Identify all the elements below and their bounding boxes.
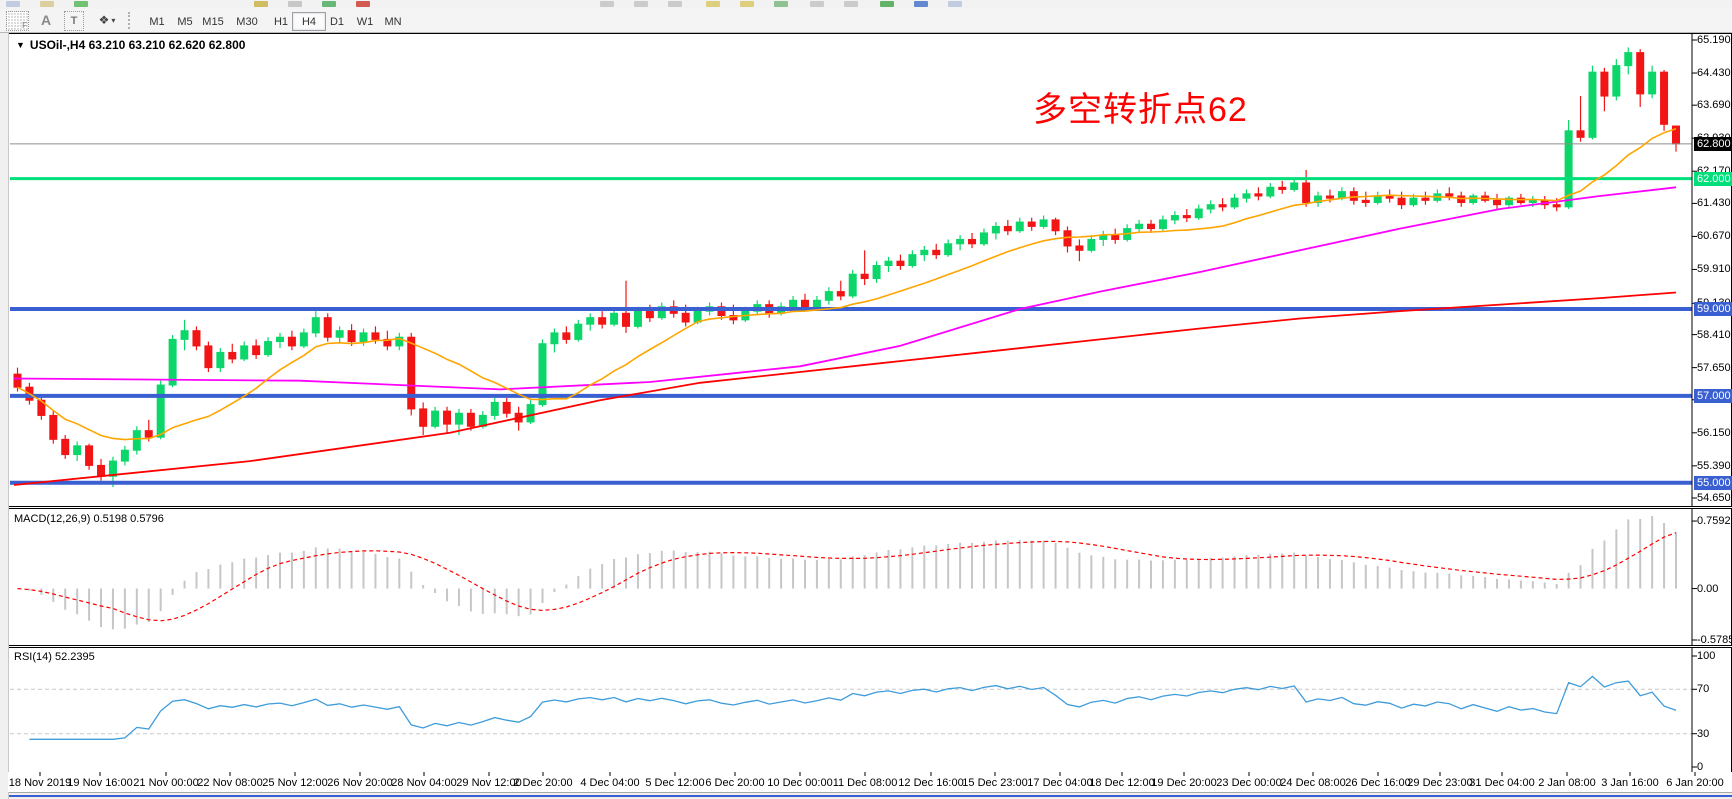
toolbar-icon-partial[interactable] xyxy=(40,1,54,7)
time-tick-label: 29 Dec 23:00 xyxy=(1407,777,1472,789)
rsi-indicator-label: RSI(14) 52.2395 xyxy=(14,651,95,663)
toolbar-icon-partial[interactable] xyxy=(810,1,824,7)
toolbar-icon-partial[interactable] xyxy=(600,1,614,7)
toolbar-icon-partial[interactable] xyxy=(634,1,648,7)
time-tick-label: 26 Dec 16:00 xyxy=(1345,777,1410,789)
toolbar-icon-partial[interactable] xyxy=(774,1,788,7)
rsi-axis[interactable]: 100 70 30 0 xyxy=(1694,648,1732,772)
time-tick-label: 25 Nov 12:00 xyxy=(262,777,327,789)
shapes-tool-icon[interactable]: ❖▾ xyxy=(92,11,122,29)
price-tick-label: 57.650 xyxy=(1697,361,1731,375)
time-tick-label: 19 Dec 20:00 xyxy=(1151,777,1216,789)
rsi-tick-label: 100 xyxy=(1697,649,1715,663)
price-tick-label: 65.190 xyxy=(1697,33,1731,47)
time-tick-label: 2 Dec 20:00 xyxy=(513,777,572,789)
time-tick-label: 23 Dec 00:00 xyxy=(1216,777,1281,789)
toolbar-icon-partial[interactable] xyxy=(322,1,336,7)
toolbar-icon-partial[interactable] xyxy=(74,1,88,7)
rsi-tick-label: 30 xyxy=(1697,727,1709,741)
hline-label-level-57[interactable]: 57.000 xyxy=(1694,389,1732,403)
rsi-tick-label: 0 xyxy=(1697,760,1703,774)
time-tick-label: 28 Nov 04:00 xyxy=(391,777,456,789)
macd-panel[interactable] xyxy=(8,508,1732,646)
time-tick-label: 17 Dec 04:00 xyxy=(1027,777,1092,789)
time-tick-label: 15 Dec 23:00 xyxy=(962,777,1027,789)
text-label-tool-icon[interactable]: A xyxy=(36,11,56,29)
shapes-glyph: ❖ xyxy=(99,13,110,27)
window-left-edge xyxy=(0,33,9,799)
toolbar-icon-partial[interactable] xyxy=(740,1,754,7)
chart-title[interactable]: ▼ USOil-,H4 63.210 63.210 62.620 62.800 xyxy=(16,38,245,52)
time-tick-label: 18 Nov 2019 xyxy=(9,777,71,789)
rsi-tick-label: 70 xyxy=(1697,682,1709,696)
timeframe-button-mn[interactable]: MN xyxy=(376,12,410,31)
hline-label-level-62[interactable]: 62.000 xyxy=(1694,172,1732,186)
time-tick-label: 26 Nov 20:00 xyxy=(327,777,392,789)
price-tick-label: 60.670 xyxy=(1697,229,1731,243)
toolbar-icon-partial[interactable] xyxy=(288,1,302,7)
bottom-blue-line xyxy=(0,795,1732,797)
time-tick-label: 11 Dec 08:00 xyxy=(833,777,898,789)
price-tick-label: 64.430 xyxy=(1697,66,1731,80)
price-tick-label: 55.390 xyxy=(1697,459,1731,473)
macd-axis[interactable]: 0.7592 0.00 -0.5785 xyxy=(1694,509,1732,645)
charts-toolbar: F A T ❖▾ M1M5M15M30H1H4D1W1MN xyxy=(0,9,1732,33)
price-axis[interactable]: 55.000 57.000 59.000 62.000 62.800 65.190 64.4… xyxy=(1694,34,1732,506)
toolbar-icon-partial[interactable] xyxy=(844,1,858,7)
time-tick-label: 18 Dec 12:00 xyxy=(1089,777,1154,789)
price-tick-label: 61.430 xyxy=(1697,196,1731,210)
macd-tick-label: 0.00 xyxy=(1697,582,1718,596)
symbol-dropdown-icon[interactable]: ▼ xyxy=(16,40,25,50)
time-tick-label: 6 Dec 20:00 xyxy=(705,777,764,789)
toolbar-icon-partial[interactable] xyxy=(914,1,928,7)
hline-label-current-price[interactable]: 62.800 xyxy=(1694,137,1732,151)
time-tick-label: 5 Dec 12:00 xyxy=(645,777,704,789)
time-tick-label: 29 Nov 12:00 xyxy=(456,777,521,789)
toolbar-grip[interactable] xyxy=(128,12,133,29)
grid-tool-icon[interactable]: F xyxy=(6,11,29,31)
price-tick-label: 59.910 xyxy=(1697,262,1731,276)
macd-tick-label: 0.7592 xyxy=(1697,514,1731,528)
price-chart-panel[interactable] xyxy=(8,33,1732,507)
symbol-ohlc-text: USOil-,H4 63.210 63.210 62.620 62.800 xyxy=(30,38,246,52)
toolbar-icon-partial[interactable] xyxy=(6,1,20,7)
time-tick-label: 24 Dec 08:00 xyxy=(1280,777,1345,789)
toolbar-icon-partial[interactable] xyxy=(254,1,268,7)
time-tick-label: 21 Nov 00:00 xyxy=(133,777,198,789)
timeframe-button-m30[interactable]: M30 xyxy=(230,12,264,31)
time-tick-label: 19 Nov 16:00 xyxy=(67,777,132,789)
time-tick-label: 12 Dec 16:00 xyxy=(898,777,963,789)
text-box-tool-icon[interactable]: T xyxy=(64,11,84,31)
hline-label-level-55[interactable]: 55.000 xyxy=(1694,476,1732,490)
toolbar-icon-partial[interactable] xyxy=(706,1,720,7)
bottom-strip xyxy=(0,792,1732,799)
chevron-down-icon: ▾ xyxy=(111,16,115,25)
terminal-window: F A T ❖▾ M1M5M15M30H1H4D1W1MN ▼ USOil-,H… xyxy=(0,0,1732,799)
time-tick-label: 6 Jan 20:00 xyxy=(1666,777,1724,789)
toolbar-icon-partial[interactable] xyxy=(948,1,962,7)
time-tick-label: 4 Dec 04:00 xyxy=(580,777,639,789)
time-tick-label: 22 Nov 08:00 xyxy=(197,777,262,789)
time-tick-label: 31 Dec 04:00 xyxy=(1469,777,1534,789)
time-tick-label: 10 Dec 00:00 xyxy=(767,777,832,789)
rsi-panel[interactable] xyxy=(8,647,1732,773)
time-tick-label: 2 Jan 08:00 xyxy=(1538,777,1596,789)
price-tick-label: 56.150 xyxy=(1697,426,1731,440)
price-tick-label: 58.410 xyxy=(1697,328,1731,342)
hline-label-level-59[interactable]: 59.000 xyxy=(1694,302,1732,316)
annotation-text[interactable]: 多空转折点62 xyxy=(1033,82,1248,131)
toolbar-icon-partial[interactable] xyxy=(668,1,682,7)
price-tick-label: 54.650 xyxy=(1697,491,1731,505)
timeframe-button-m15[interactable]: M15 xyxy=(196,12,230,31)
macd-indicator-label: MACD(12,26,9) 0.5198 0.5796 xyxy=(14,513,164,525)
time-tick-label: 3 Jan 16:00 xyxy=(1601,777,1659,789)
letter-t: T xyxy=(71,15,78,27)
macd-tick-label: -0.5785 xyxy=(1697,633,1732,647)
price-tick-label: 63.690 xyxy=(1697,98,1731,112)
grid-tool-letter: F xyxy=(22,21,27,30)
toolbar-icon-partial[interactable] xyxy=(356,1,370,7)
toolbar-icon-partial[interactable] xyxy=(880,1,894,7)
letter-a: A xyxy=(41,12,51,28)
